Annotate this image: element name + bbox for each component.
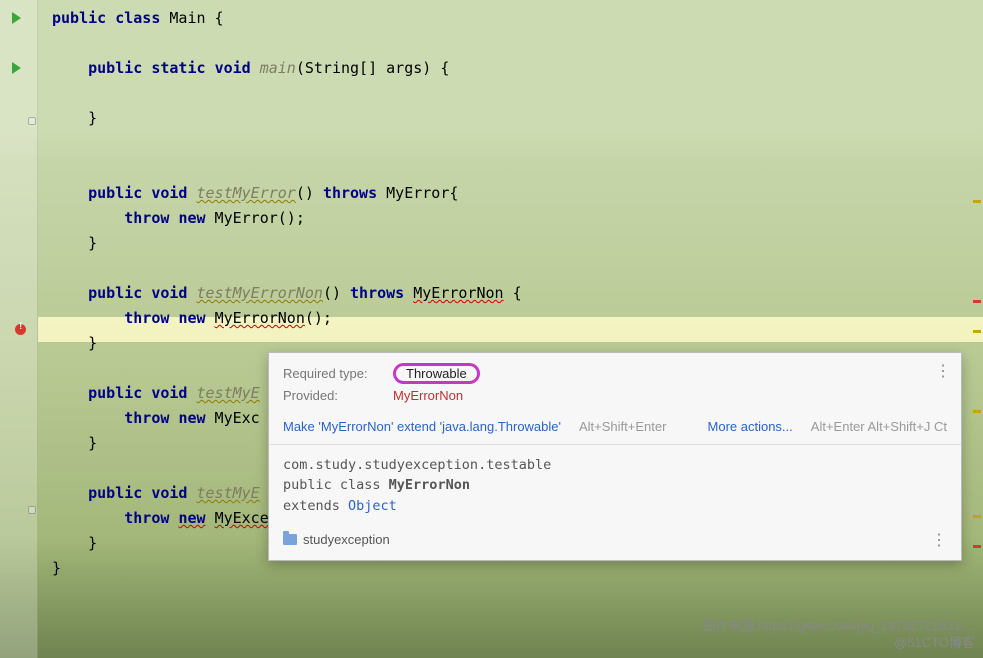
required-type-value: Throwable: [393, 363, 480, 384]
fold-marker[interactable]: [28, 506, 36, 514]
warning-marker[interactable]: [973, 515, 981, 518]
doc-decl-prefix: public class: [283, 477, 389, 493]
code-line[interactable]: public static void main(String[] args) {: [38, 56, 983, 81]
code-line[interactable]: [38, 156, 983, 181]
doc-superclass-link[interactable]: Object: [348, 498, 397, 514]
error-icon[interactable]: [15, 324, 26, 335]
shortcut-hint: Alt+Shift+Enter: [579, 419, 666, 434]
code-line[interactable]: [38, 256, 983, 281]
code-line[interactable]: throw new MyErrorNon();: [38, 306, 983, 331]
watermark-source: 图片来源:https://gitee.com/jyq_18792721831/.…: [703, 618, 975, 635]
required-type-label: Required type:: [283, 366, 383, 381]
code-line[interactable]: public void testMyError() throws MyError…: [38, 181, 983, 206]
code-line[interactable]: public void testMyErrorNon() throws MyEr…: [38, 281, 983, 306]
watermark-attrib: @51CTO博客: [703, 635, 975, 652]
error-marker[interactable]: [973, 300, 981, 303]
kebab-icon[interactable]: ⋮: [931, 530, 947, 550]
run-icon[interactable]: [12, 12, 21, 24]
doc-package: com.study.studyexception.testable: [283, 455, 947, 475]
module-icon: [283, 534, 297, 545]
kebab-icon[interactable]: ⋮: [935, 361, 951, 381]
doc-class-name: MyErrorNon: [389, 477, 470, 493]
code-line[interactable]: [38, 131, 983, 156]
code-line[interactable]: }: [38, 106, 983, 131]
gutter: [0, 0, 38, 658]
error-tooltip: ⋮ Required type: Throwable Provided: MyE…: [268, 352, 962, 561]
code-line[interactable]: }: [38, 231, 983, 256]
quick-doc: com.study.studyexception.testable public…: [269, 445, 961, 526]
run-icon[interactable]: [12, 62, 21, 74]
more-actions-link[interactable]: More actions...: [708, 419, 793, 434]
module-name: studyexception: [303, 532, 390, 547]
code-line[interactable]: [38, 31, 983, 56]
shortcut-hint: Alt+Enter Alt+Shift+J Ct: [811, 419, 947, 434]
error-marker[interactable]: [973, 545, 981, 548]
code-line[interactable]: public class Main {: [38, 6, 983, 31]
watermark: 图片来源:https://gitee.com/jyq_18792721831/.…: [703, 618, 975, 652]
quickfix-extend-throwable[interactable]: Make 'MyErrorNon' extend 'java.lang.Thro…: [283, 419, 561, 434]
error-stripe[interactable]: [971, 0, 983, 658]
provided-value: MyErrorNon: [393, 388, 463, 403]
doc-extends-prefix: extends: [283, 498, 348, 514]
warning-marker[interactable]: [973, 200, 981, 203]
code-line[interactable]: [38, 81, 983, 106]
code-line[interactable]: throw new MyError();: [38, 206, 983, 231]
fold-marker[interactable]: [28, 117, 36, 125]
warning-marker[interactable]: [973, 330, 981, 333]
warning-marker[interactable]: [973, 410, 981, 413]
provided-label: Provided:: [283, 388, 383, 403]
